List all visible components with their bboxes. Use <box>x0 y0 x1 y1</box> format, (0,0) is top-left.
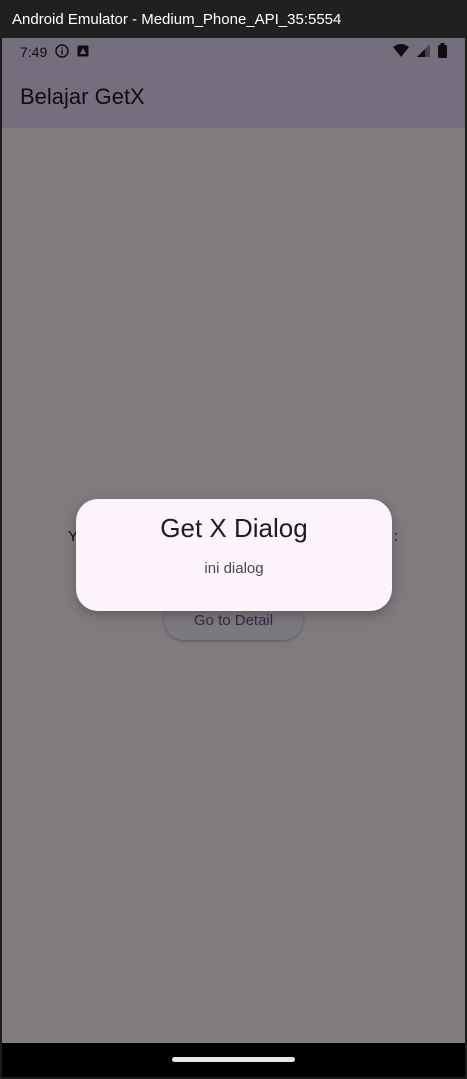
emulator-title-bar: Android Emulator - Medium_Phone_API_35:5… <box>0 0 467 38</box>
get-x-dialog: Get X Dialog ini dialog <box>76 499 392 611</box>
dialog-content: ini dialog <box>204 560 264 577</box>
phone-screen: 7:49 Belajar GetX Y : Go t <box>2 38 465 1077</box>
home-gesture-handle[interactable] <box>172 1057 295 1062</box>
emulator-window-title: Android Emulator - Medium_Phone_API_35:5… <box>12 10 342 28</box>
dialog-title: Get X Dialog <box>160 513 308 543</box>
navigation-bar <box>2 1043 465 1077</box>
